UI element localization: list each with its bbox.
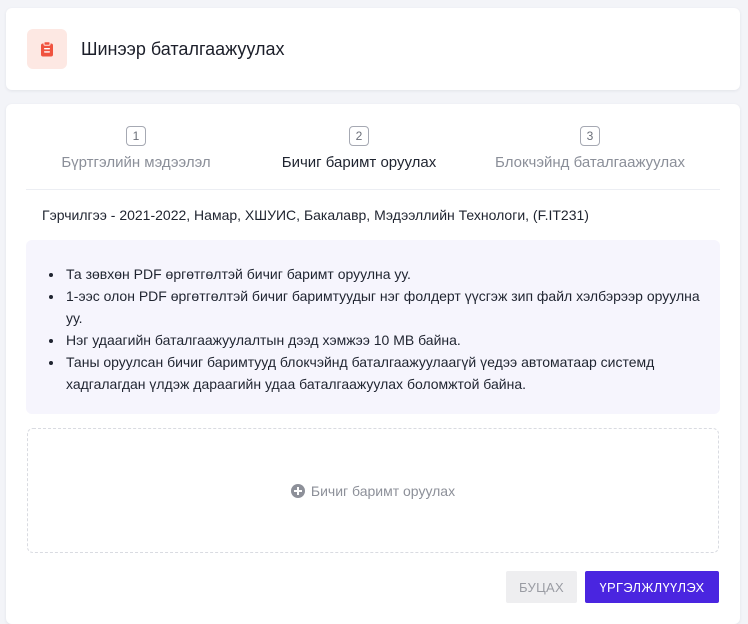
back-button[interactable]: БУЦАХ — [506, 571, 577, 603]
continue-button[interactable]: ҮРГЭЛЖЛҮҮЛЭХ — [585, 571, 719, 603]
step-label: Бүртгэлийн мэдээлэл — [61, 154, 211, 171]
instruction-item: Та зөвхөн PDF өргөтгөлтэй бичиг баримт о… — [64, 263, 704, 285]
instructions-list: Та зөвхөн PDF өргөтгөлтэй бичиг баримт о… — [64, 263, 704, 395]
header-card: Шинээр баталгаажуулах — [6, 8, 740, 90]
instruction-item: Таны оруулсан бичиг баримтууд блокчэйнд … — [64, 351, 704, 395]
upload-dropzone[interactable]: Бичиг баримт оруулах — [27, 428, 719, 553]
main-card: 1 Бүртгэлийн мэдээлэл 2 Бичиг баримт ору… — [6, 104, 740, 624]
step-1[interactable]: 1 Бүртгэлийн мэдээлэл — [26, 126, 246, 171]
instruction-item: 1-ээс олон PDF өргөтгөлтэй бичиг баримту… — [64, 285, 704, 329]
step-number: 1 — [126, 126, 146, 146]
divider — [26, 189, 720, 190]
step-label: Блокчэйнд баталгаажуулах — [495, 154, 685, 171]
step-2[interactable]: 2 Бичиг баримт оруулах — [249, 126, 469, 171]
page-title: Шинээр баталгаажуулах — [81, 39, 285, 59]
step-number: 3 — [580, 126, 600, 146]
course-title: Гэрчилгээ - 2021-2022, Намар, ХШУИС, Бак… — [42, 207, 589, 223]
instruction-item: Нэг удаагийн баталгаажуулалтын дээд хэмж… — [64, 329, 704, 351]
step-number: 2 — [349, 126, 369, 146]
step-3[interactable]: 3 Блокчэйнд баталгаажуулах — [480, 126, 700, 171]
upload-prompt: Бичиг баримт оруулах — [290, 482, 456, 499]
clipboard-icon-box — [27, 29, 67, 69]
clipboard-icon — [41, 41, 53, 57]
instructions-box: Та зөвхөн PDF өргөтгөлтэй бичиг баримт о… — [26, 240, 720, 414]
upload-label: Бичиг баримт оруулах — [310, 482, 456, 499]
step-label: Бичиг баримт оруулах — [281, 154, 437, 171]
plus-circle-icon — [290, 483, 305, 498]
